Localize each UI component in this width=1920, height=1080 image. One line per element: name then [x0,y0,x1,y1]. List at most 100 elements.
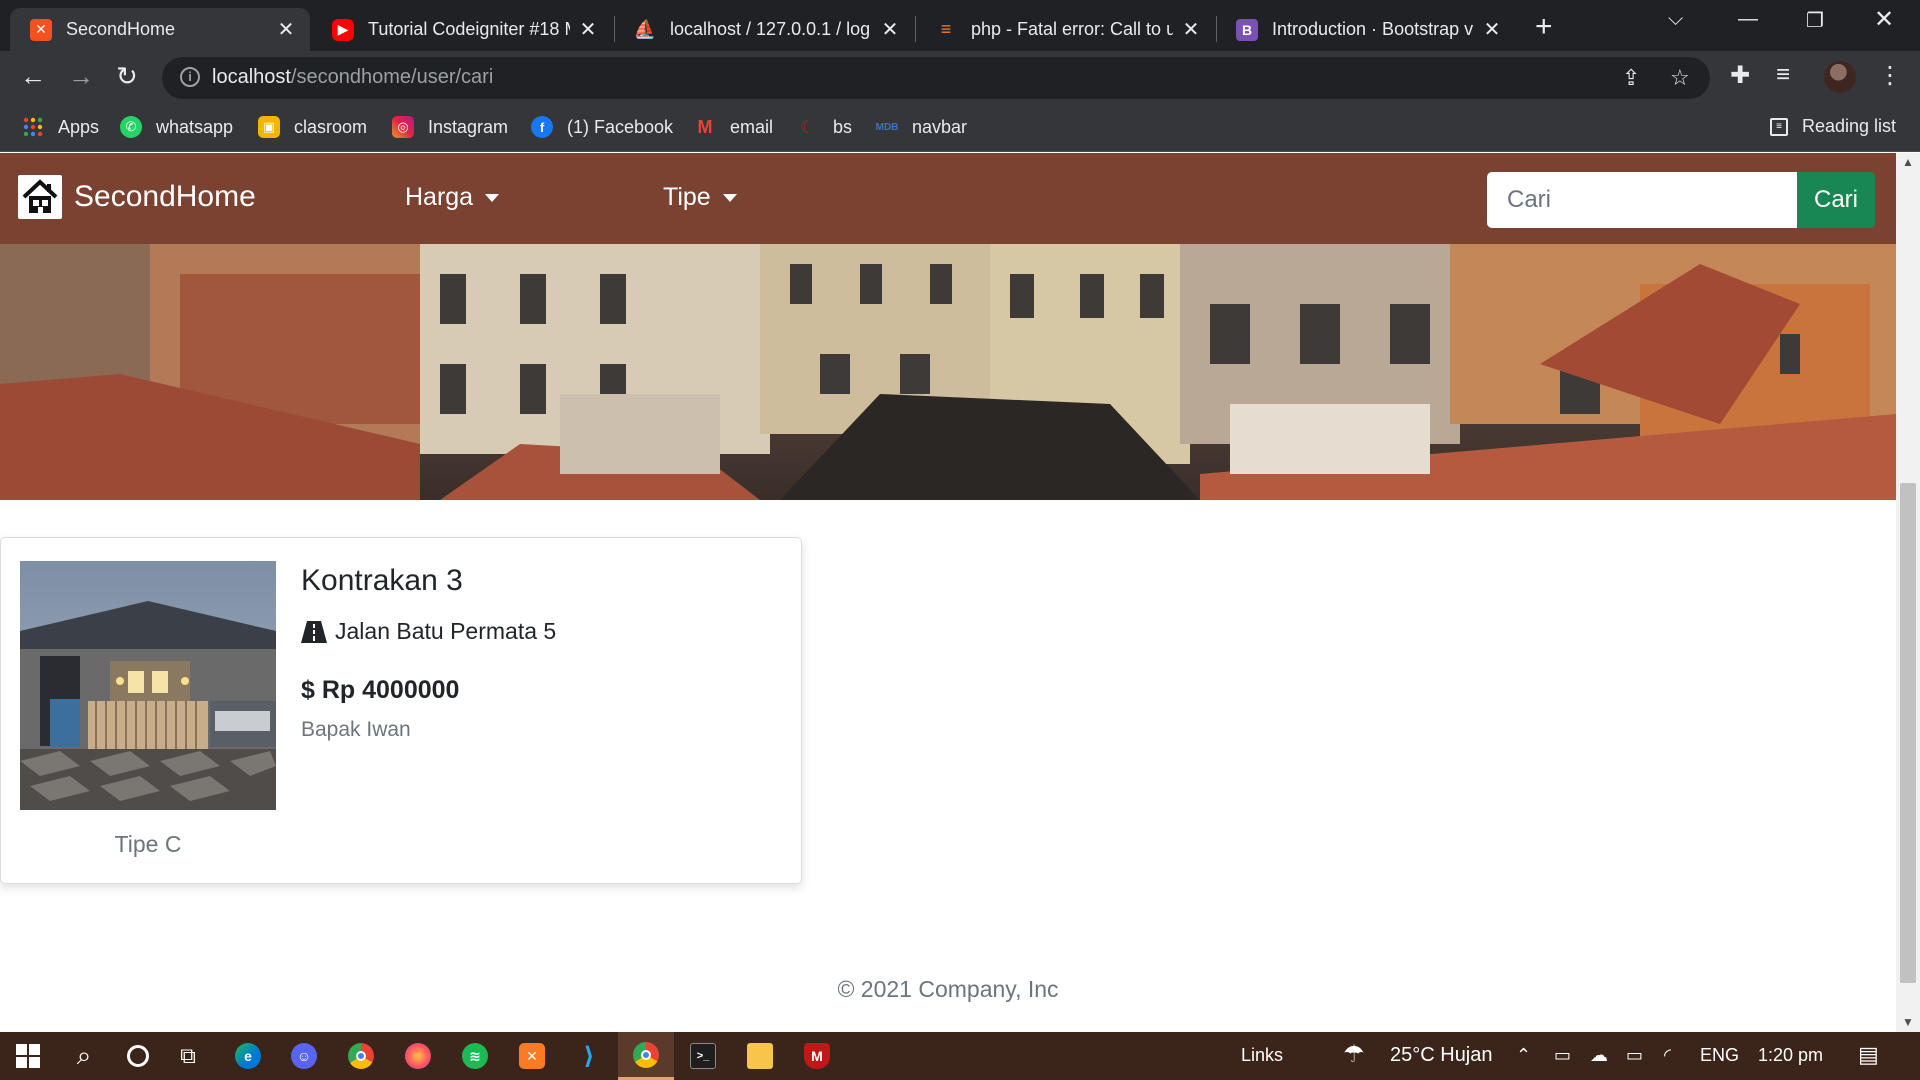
bookmark-classroom[interactable]: ▣ clasroom [258,116,367,138]
apps-grid-icon [22,116,44,138]
tab-secondhome[interactable]: ✕ SecondHome ✕ [10,8,310,51]
forward-button[interactable]: → [68,61,94,92]
page-scrollbar[interactable]: ▲ ▼ [1896,153,1920,1032]
page-viewport: SecondHome Harga Tipe Cari Cari Tipe C K… [0,153,1896,1032]
bookmark-navbar[interactable]: MDB navbar [876,116,967,138]
taskbar-file-explorer[interactable] [732,1032,788,1080]
reload-button[interactable]: ↻ [116,61,138,92]
taskbar-spotify[interactable]: ≋ [447,1032,503,1080]
bookmark-label: whatsapp [156,116,234,137]
browser-toolbar: ← → ↻ i localhost/secondhome/user/cari ⇪… [0,51,1920,104]
close-window-button[interactable]: ✕ [1874,5,1894,34]
cortana-circle-icon [127,1045,149,1067]
menu-kebab-icon[interactable]: ⋮ [1878,61,1902,90]
weather-widget[interactable]: 25°C Hujan [1390,1044,1493,1067]
tab-search-chevron-icon[interactable]: ⌵ [1668,8,1683,31]
bookmark-bs[interactable]: ☾ bs [797,116,852,138]
meet-now-icon[interactable]: ▭ [1554,1045,1571,1066]
bookmark-label: Instagram [428,116,509,137]
extensions-icon[interactable]: ✚ [1730,61,1750,90]
bookmark-apps[interactable]: Apps [22,116,99,138]
new-tab-button[interactable]: + [1535,10,1553,44]
search-input[interactable] [1487,172,1797,228]
discord-icon: ☺ [291,1043,317,1069]
battery-icon[interactable]: ▭ [1626,1045,1643,1066]
facebook-icon: f [531,116,553,138]
listing-owner: Bapak Iwan [301,718,411,741]
nav-tipe-dropdown[interactable]: Tipe [663,183,737,212]
tab-bootstrap[interactable]: B Introduction · Bootstrap v ✕ [1216,8,1516,51]
taskbar-edge[interactable]: e [220,1032,276,1080]
tab-title: localhost / 127.0.0.1 / log [670,19,871,39]
bookmark-whatsapp[interactable]: ✆ whatsapp [120,116,233,138]
chevron-up-icon[interactable]: ⌃ [1516,1045,1531,1066]
search-button[interactable]: Cari [1797,172,1875,228]
bookmark-star-icon[interactable]: ☆ [1670,65,1690,91]
taskbar-chrome-active[interactable] [618,1032,674,1080]
close-tab-icon[interactable]: ✕ [578,17,598,42]
site-info-icon[interactable]: i [180,67,200,87]
tab-phpmyadmin[interactable]: ⛵ localhost / 127.0.0.1 / log ✕ [614,8,914,51]
edge-icon: e [235,1043,261,1069]
brand-link[interactable]: SecondHome [18,175,256,219]
task-view-button[interactable]: ⧉ [160,1032,216,1080]
nav-harga-dropdown[interactable]: Harga [405,183,500,212]
taskbar-vscode[interactable]: ⟩ [561,1032,617,1080]
close-tab-icon[interactable]: ✕ [1482,17,1502,42]
xampp-icon: ✕ [519,1043,545,1069]
chrome-icon [348,1043,374,1069]
notification-center-icon[interactable]: ▤ [1858,1042,1879,1068]
taskbar-xampp[interactable]: ✕ [504,1032,560,1080]
bookmark-label: (1) Facebook [567,116,674,137]
phpmyadmin-icon: ⛵ [633,19,657,39]
media-queue-icon[interactable]: ≡ [1776,61,1790,89]
bs-icon: ☾ [799,116,817,137]
bookmark-label: email [730,116,774,137]
site-navbar: SecondHome Harga Tipe Cari [0,153,1896,244]
address-bar[interactable]: i localhost/secondhome/user/cari ⇪ ☆ [162,57,1710,99]
onedrive-cloud-icon[interactable]: ☁ [1590,1045,1608,1066]
youtube-icon: ▶ [332,18,354,41]
taskbar-firefox[interactable] [390,1032,446,1080]
minimize-button[interactable]: — [1738,8,1758,31]
windows-taskbar: ⌕ ⧉ e ☺ ≋ ✕ ⟩ >_ M Links ☂ 25°C Hujan ⌃ … [0,1032,1920,1080]
listing-type: Tipe C [114,831,182,857]
listing-house-photo [20,561,276,810]
taskbar-mcafee[interactable]: M [789,1032,845,1080]
rain-cloud-icon: ☂ [1343,1041,1365,1068]
cortana-button[interactable] [110,1032,166,1080]
tab-tutorial-codeigniter[interactable]: ▶ Tutorial Codeigniter #18 M ✕ [312,8,612,51]
scroll-up-arrow-icon[interactable]: ▲ [1902,155,1914,169]
system-clock[interactable]: 1:20 pm [1758,1045,1823,1066]
close-tab-icon[interactable]: ✕ [880,17,900,42]
scrollbar-thumb[interactable] [1900,483,1916,983]
scroll-down-arrow-icon[interactable]: ▼ [1902,1015,1914,1029]
links-toolbar[interactable]: Links [1241,1045,1283,1066]
bookmark-label: Apps [58,116,100,137]
taskbar-chrome[interactable] [333,1032,389,1080]
bookmark-facebook[interactable]: f (1) Facebook [531,116,673,138]
url-text: localhost/secondhome/user/cari [212,66,494,88]
wifi-icon[interactable]: ◜ [1664,1045,1671,1066]
input-language[interactable]: ENG [1700,1045,1739,1066]
tab-stackoverflow[interactable]: ≡ php - Fatal error: Call to u ✕ [915,8,1215,51]
bookmark-email[interactable]: M email [694,116,774,138]
back-button[interactable]: ← [20,61,46,92]
listing-card[interactable]: Tipe C Kontrakan 3 Jalan Batu Permata 5 … [0,537,802,884]
folder-icon [747,1043,773,1069]
search-taskbar-button[interactable]: ⌕ [56,1032,112,1080]
windows-logo-icon [16,1044,40,1068]
task-view-icon: ⧉ [180,1043,196,1068]
close-tab-icon[interactable]: ✕ [1181,17,1201,42]
bookmark-instagram[interactable]: ◎ Instagram [392,116,508,138]
close-tab-icon[interactable]: ✕ [276,17,296,42]
share-icon[interactable]: ⇪ [1622,65,1640,91]
profile-avatar[interactable] [1824,61,1856,93]
reading-list-button[interactable]: ≡ Reading list [1770,116,1896,137]
restore-button[interactable]: ❐ [1806,8,1824,33]
taskbar-terminal[interactable]: >_ [675,1032,731,1080]
tab-title: Tutorial Codeigniter #18 M [368,19,570,39]
bookmarks-bar: Apps ✆ whatsapp ▣ clasroom ◎ Instagram f… [0,104,1920,152]
taskbar-discord[interactable]: ☺ [276,1032,332,1080]
start-button[interactable] [0,1032,56,1080]
